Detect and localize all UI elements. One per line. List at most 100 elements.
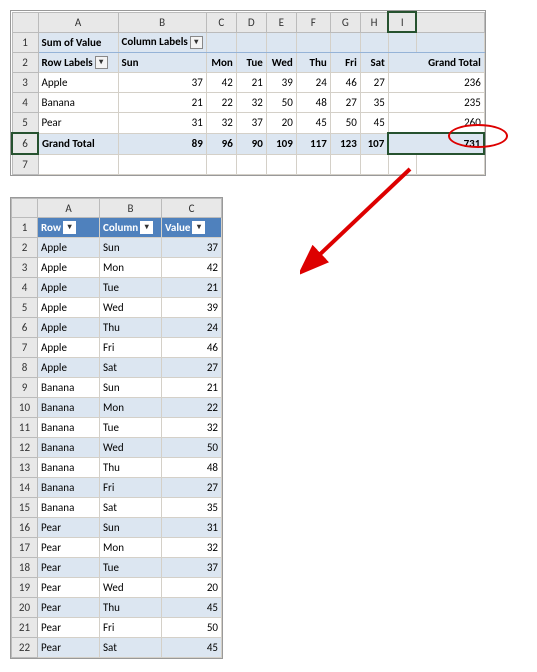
table-col-label[interactable]: Wed: [100, 298, 162, 318]
select-all-corner-2[interactable]: [12, 199, 38, 218]
table-col-label[interactable]: Sun: [100, 378, 162, 398]
column-labels[interactable]: Column Labels▾: [118, 32, 206, 53]
table-value[interactable]: 21: [162, 278, 222, 298]
col-H[interactable]: H: [360, 12, 388, 32]
table-row-label[interactable]: Apple: [38, 338, 100, 358]
row2-4[interactable]: 4: [12, 278, 38, 298]
table-row-label[interactable]: Pear: [38, 618, 100, 638]
table-row-label[interactable]: Pear: [38, 538, 100, 558]
hdr-mon[interactable]: Mon: [206, 53, 236, 73]
table-col-label[interactable]: Wed: [100, 578, 162, 598]
hdr-sat[interactable]: Sat: [360, 53, 388, 73]
table-row-label[interactable]: Banana: [38, 378, 100, 398]
row-4[interactable]: 4: [12, 93, 38, 113]
table-row-label[interactable]: Banana: [38, 438, 100, 458]
table-value[interactable]: 21: [162, 378, 222, 398]
col2-A[interactable]: A: [38, 199, 100, 218]
table-value[interactable]: 50: [162, 618, 222, 638]
hdr-thu[interactable]: Thu: [296, 53, 330, 73]
table-row-label[interactable]: Banana: [38, 418, 100, 438]
filter-val-icon[interactable]: ▾: [192, 221, 205, 234]
table-row-label[interactable]: Pear: [38, 638, 100, 658]
table-value[interactable]: 31: [162, 518, 222, 538]
row2-20[interactable]: 20: [12, 598, 38, 618]
pivot-row-label[interactable]: Apple: [38, 73, 118, 93]
row-2[interactable]: 2: [12, 53, 38, 73]
column-labels-dropdown-icon[interactable]: ▾: [190, 36, 203, 49]
table-value[interactable]: 32: [162, 418, 222, 438]
row2-6[interactable]: 6: [12, 318, 38, 338]
table-row-label[interactable]: Pear: [38, 578, 100, 598]
table-row-label[interactable]: Apple: [38, 278, 100, 298]
col-B[interactable]: B: [118, 12, 206, 32]
row-grand-total[interactable]: 260: [388, 113, 484, 134]
table-col-label[interactable]: Thu: [100, 318, 162, 338]
table-col-label[interactable]: Fri: [100, 478, 162, 498]
table-col-label[interactable]: Wed: [100, 438, 162, 458]
col-A[interactable]: A: [38, 12, 118, 32]
row-6[interactable]: 6: [12, 133, 38, 154]
table-value[interactable]: 35: [162, 498, 222, 518]
row2-8[interactable]: 8: [12, 358, 38, 378]
table-value[interactable]: 20: [162, 578, 222, 598]
select-all-corner[interactable]: [12, 12, 38, 32]
table-row-label[interactable]: Pear: [38, 558, 100, 578]
col-blank[interactable]: [416, 12, 484, 32]
table-value[interactable]: 27: [162, 358, 222, 378]
row2-7[interactable]: 7: [12, 338, 38, 358]
table-row-label[interactable]: Apple: [38, 258, 100, 278]
row2-14[interactable]: 14: [12, 478, 38, 498]
row-labels[interactable]: Row Labels▾: [38, 53, 118, 73]
table-value[interactable]: 48: [162, 458, 222, 478]
row-1[interactable]: 1: [12, 32, 38, 53]
table-value[interactable]: 45: [162, 638, 222, 658]
row-labels-dropdown-icon[interactable]: ▾: [95, 56, 108, 69]
table-col-label[interactable]: Fri: [100, 618, 162, 638]
row2-18[interactable]: 18: [12, 558, 38, 578]
table-col-label[interactable]: Sat: [100, 358, 162, 378]
table-col-label[interactable]: Thu: [100, 598, 162, 618]
table-row-label[interactable]: Banana: [38, 498, 100, 518]
hdr2-row[interactable]: Row▾: [38, 218, 100, 238]
hdr-fri[interactable]: Fri: [330, 53, 360, 73]
filter-col-icon[interactable]: ▾: [140, 221, 153, 234]
table-value[interactable]: 24: [162, 318, 222, 338]
table-row-label[interactable]: Pear: [38, 518, 100, 538]
row2-9[interactable]: 9: [12, 378, 38, 398]
table-value[interactable]: 42: [162, 258, 222, 278]
table-row-label[interactable]: Banana: [38, 478, 100, 498]
row2-16[interactable]: 16: [12, 518, 38, 538]
col2-B[interactable]: B: [100, 199, 162, 218]
row2-15[interactable]: 15: [12, 498, 38, 518]
filter-row-icon[interactable]: ▾: [63, 221, 76, 234]
table-row-label[interactable]: Apple: [38, 238, 100, 258]
table-col-label[interactable]: Thu: [100, 458, 162, 478]
col-C[interactable]: C: [206, 12, 236, 32]
table-col-label[interactable]: Sun: [100, 238, 162, 258]
sum-of-value-label[interactable]: Sum of Value: [38, 32, 118, 53]
row2-3[interactable]: 3: [12, 258, 38, 278]
pivot-row-label[interactable]: Pear: [38, 113, 118, 134]
pivot-table[interactable]: A B C D E F G H I 1 Sum of Value Column …: [11, 11, 485, 175]
row-3[interactable]: 3: [12, 73, 38, 93]
hdr2-val[interactable]: Value▾: [162, 218, 222, 238]
table-value[interactable]: 45: [162, 598, 222, 618]
table-col-label[interactable]: Tue: [100, 278, 162, 298]
row-5[interactable]: 5: [12, 113, 38, 134]
pivot-row-label[interactable]: Banana: [38, 93, 118, 113]
hdr2-col[interactable]: Column▾: [100, 218, 162, 238]
table-value[interactable]: 37: [162, 238, 222, 258]
table-value[interactable]: 27: [162, 478, 222, 498]
table-row-label[interactable]: Apple: [38, 358, 100, 378]
row2-1[interactable]: 1: [12, 218, 38, 238]
table-value[interactable]: 22: [162, 398, 222, 418]
grand-total-selected-cell[interactable]: 731: [388, 133, 484, 154]
row2-17[interactable]: 17: [12, 538, 38, 558]
hdr-tue[interactable]: Tue: [236, 53, 266, 73]
row2-13[interactable]: 13: [12, 458, 38, 478]
row2-2[interactable]: 2: [12, 238, 38, 258]
row2-10[interactable]: 10: [12, 398, 38, 418]
hdr-sun[interactable]: Sun: [118, 53, 206, 73]
table-value[interactable]: 50: [162, 438, 222, 458]
col-F[interactable]: F: [296, 12, 330, 32]
